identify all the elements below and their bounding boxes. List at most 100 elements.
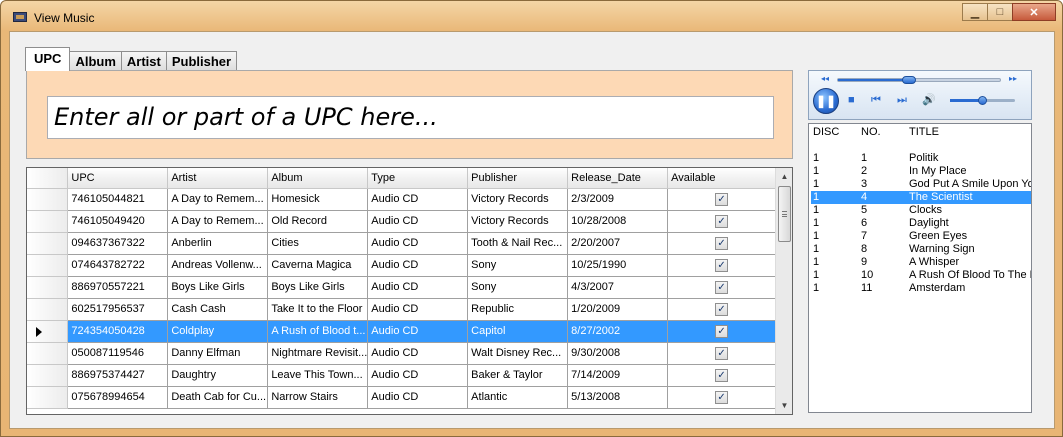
- row-header[interactable]: [27, 210, 69, 233]
- cell-upc[interactable]: 074643782722: [67, 254, 169, 277]
- track-row[interactable]: 1 10 A Rush Of Blood To The H: [811, 269, 1031, 282]
- column-header-available[interactable]: Available: [667, 168, 776, 189]
- volume-icon[interactable]: 🔊: [922, 93, 936, 106]
- cell-artist[interactable]: A Day to Remem...: [167, 188, 269, 211]
- cell-upc[interactable]: 746105044821: [67, 188, 169, 211]
- table-row[interactable]: 886975374427 Daughtry Leave This Town... Au…: [27, 364, 776, 387]
- cell-type[interactable]: Audio CD: [367, 342, 469, 365]
- cell-album[interactable]: A Rush of Blood t...: [267, 320, 369, 343]
- volume-thumb[interactable]: [977, 96, 987, 105]
- cell-release-date[interactable]: 1/20/2009: [567, 298, 669, 321]
- cell-available[interactable]: ✓: [667, 232, 776, 255]
- volume-slider[interactable]: [950, 96, 1015, 105]
- next-track-icon[interactable]: ⏭: [897, 94, 907, 107]
- cell-available[interactable]: ✓: [667, 298, 776, 321]
- cell-publisher[interactable]: Tooth & Nail Rec...: [467, 232, 569, 255]
- cell-artist[interactable]: A Day to Remem...: [167, 210, 269, 233]
- cell-album[interactable]: Old Record: [267, 210, 369, 233]
- cell-publisher[interactable]: Baker & Taylor: [467, 364, 569, 387]
- cell-type[interactable]: Audio CD: [367, 364, 469, 387]
- cell-upc[interactable]: 886975374427: [67, 364, 169, 387]
- track-row[interactable]: 1 7 Green Eyes: [811, 230, 1031, 243]
- table-row[interactable]: 724354050428 Coldplay A Rush of Blood t...…: [27, 320, 776, 343]
- cell-release-date[interactable]: 2/3/2009: [567, 188, 669, 211]
- minimize-button[interactable]: ▁: [962, 3, 988, 21]
- row-header[interactable]: [27, 232, 69, 255]
- cell-publisher[interactable]: Victory Records: [467, 210, 569, 233]
- track-row[interactable]: 1 2 In My Place: [811, 165, 1031, 178]
- tab-artist[interactable]: Artist: [120, 51, 167, 71]
- cell-artist[interactable]: Anberlin: [167, 232, 269, 255]
- cell-album[interactable]: Caverna Magica: [267, 254, 369, 277]
- table-row[interactable]: 075678994654 Death Cab for Cu... Narrow St…: [27, 386, 776, 409]
- row-header[interactable]: [27, 276, 69, 299]
- scroll-down-arrow-icon[interactable]: ▼: [776, 397, 792, 414]
- table-row[interactable]: 050087119546 Danny Elfman Nightmare Revisi…: [27, 342, 776, 365]
- seek-thumb[interactable]: [901, 76, 916, 84]
- cell-publisher[interactable]: Walt Disney Rec...: [467, 342, 569, 365]
- cell-publisher[interactable]: Sony: [467, 276, 569, 299]
- tab-publisher[interactable]: Publisher: [165, 51, 238, 71]
- track-row[interactable]: 1 9 A Whisper: [811, 256, 1031, 269]
- cell-album[interactable]: Boys Like Girls: [267, 276, 369, 299]
- column-header-album[interactable]: Album: [267, 168, 369, 189]
- track-row[interactable]: 1 8 Warning Sign: [811, 243, 1031, 256]
- column-header-type[interactable]: Type: [367, 168, 469, 189]
- close-button[interactable]: ✕: [1012, 3, 1056, 21]
- table-row[interactable]: 094637367322 Anberlin Cities Audio CD Tooth …: [27, 232, 776, 255]
- available-checkbox[interactable]: ✓: [715, 280, 729, 294]
- row-header[interactable]: [27, 342, 69, 365]
- column-header-release-date[interactable]: Release_Date: [567, 168, 669, 189]
- cell-available[interactable]: ✓: [667, 276, 776, 299]
- available-checkbox[interactable]: ✓: [715, 390, 729, 404]
- cell-upc[interactable]: 602517956537: [67, 298, 169, 321]
- cell-release-date[interactable]: 10/28/2008: [567, 210, 669, 233]
- column-header-publisher[interactable]: Publisher: [467, 168, 569, 189]
- stop-icon[interactable]: ■: [848, 94, 855, 106]
- upc-search-input[interactable]: Enter all or part of a UPC here...: [47, 96, 774, 139]
- cell-album[interactable]: Homesick: [267, 188, 369, 211]
- cell-release-date[interactable]: 8/27/2002: [567, 320, 669, 343]
- cell-album[interactable]: Take It to the Floor: [267, 298, 369, 321]
- table-row[interactable]: 746105044821 A Day to Remem... Homesick Aud…: [27, 188, 776, 211]
- seek-bar[interactable]: [837, 76, 1001, 84]
- grid-vertical-scrollbar[interactable]: ▲ ▼: [775, 168, 792, 414]
- table-row[interactable]: 886970557221 Boys Like Girls Boys Like Gir…: [27, 276, 776, 299]
- cell-artist[interactable]: Danny Elfman: [167, 342, 269, 365]
- cell-release-date[interactable]: 10/25/1990: [567, 254, 669, 277]
- cell-type[interactable]: Audio CD: [367, 298, 469, 321]
- cell-artist[interactable]: Cash Cash: [167, 298, 269, 321]
- tab-album[interactable]: Album: [69, 51, 122, 71]
- track-row[interactable]: 1 6 Daylight: [811, 217, 1031, 230]
- cell-upc[interactable]: 050087119546: [67, 342, 169, 365]
- cell-type[interactable]: Audio CD: [367, 386, 469, 409]
- cell-upc[interactable]: 886970557221: [67, 276, 169, 299]
- cell-artist[interactable]: Andreas Vollenw...: [167, 254, 269, 277]
- cell-type[interactable]: Audio CD: [367, 276, 469, 299]
- available-checkbox[interactable]: ✓: [715, 192, 729, 206]
- cell-album[interactable]: Nightmare Revisit...: [267, 342, 369, 365]
- cell-release-date[interactable]: 9/30/2008: [567, 342, 669, 365]
- pause-button[interactable]: ❚❚: [813, 88, 839, 114]
- cell-release-date[interactable]: 7/14/2009: [567, 364, 669, 387]
- cell-available[interactable]: ✓: [667, 364, 776, 387]
- cell-upc[interactable]: 724354050428: [67, 320, 169, 343]
- cell-album[interactable]: Narrow Stairs: [267, 386, 369, 409]
- available-checkbox[interactable]: ✓: [715, 368, 729, 382]
- cell-available[interactable]: ✓: [667, 254, 776, 277]
- title-bar[interactable]: View Music ▁ □ ✕: [1, 1, 1062, 31]
- track-row[interactable]: 1 4 The Scientist: [811, 191, 1031, 204]
- cell-album[interactable]: Cities: [267, 232, 369, 255]
- cell-available[interactable]: ✓: [667, 188, 776, 211]
- cell-release-date[interactable]: 5/13/2008: [567, 386, 669, 409]
- available-checkbox[interactable]: ✓: [715, 346, 729, 360]
- fast-forward-icon[interactable]: ▸▸: [1009, 74, 1017, 83]
- track-row[interactable]: 1 3 God Put A Smile Upon Your: [811, 178, 1031, 191]
- scroll-up-arrow-icon[interactable]: ▲: [776, 168, 792, 185]
- cell-artist[interactable]: Boys Like Girls: [167, 276, 269, 299]
- track-row[interactable]: 1 1 Politik: [811, 152, 1031, 165]
- cell-available[interactable]: ✓: [667, 342, 776, 365]
- row-header[interactable]: [27, 386, 69, 409]
- available-checkbox[interactable]: ✓: [715, 214, 729, 228]
- cell-artist[interactable]: Coldplay: [167, 320, 269, 343]
